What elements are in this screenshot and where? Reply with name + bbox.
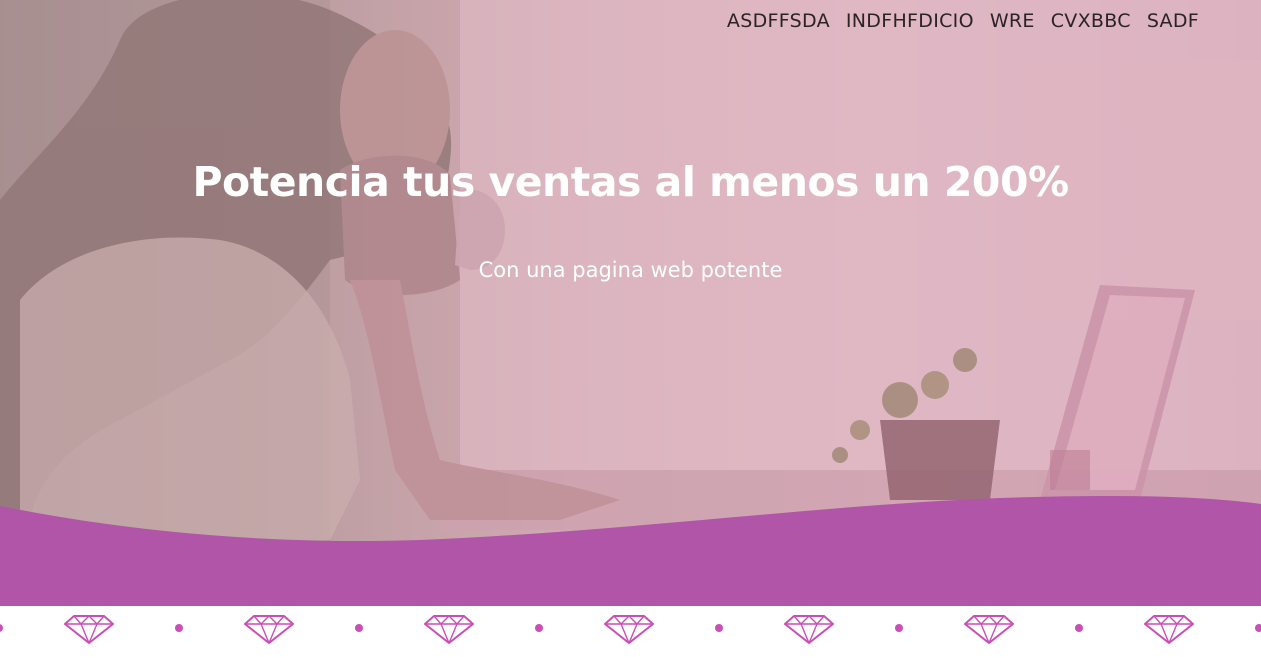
nav-item-cvxbbc[interactable]: CVXBBC (1051, 10, 1131, 32)
diamond-icon (64, 615, 114, 644)
nav-item-indfhfdicio[interactable]: INDFHFDICIO (846, 10, 974, 32)
diamond-icon (1144, 615, 1194, 644)
dot-icon (0, 624, 3, 632)
diamond-icon (244, 615, 294, 644)
diamond-icon (964, 615, 1014, 644)
diamond-pattern (0, 615, 1261, 644)
hero-section: ASDFFSDA INDFHFDICIO WRE CVXBBC SADF Pot… (0, 0, 1261, 606)
landing-page: ASDFFSDA INDFHFDICIO WRE CVXBBC SADF Pot… (0, 0, 1261, 657)
diamond-icon (604, 615, 654, 644)
diamond-icon (424, 615, 474, 644)
hero-background-photo (0, 0, 1261, 606)
dot-icon (1075, 624, 1083, 632)
dot-icon (355, 624, 363, 632)
diamond-divider (0, 606, 1261, 657)
dot-icon (1255, 624, 1261, 632)
nav-item-sadf[interactable]: SADF (1147, 10, 1199, 32)
dot-icon (535, 624, 543, 632)
hero-subheadline: Con una pagina web potente (478, 258, 783, 282)
dot-icon (895, 624, 903, 632)
nav-item-asdffsda[interactable]: ASDFFSDA (727, 10, 830, 32)
nav-item-wre[interactable]: WRE (990, 10, 1035, 32)
hero-headline: Potencia tus ventas al menos un 200% (192, 158, 1069, 206)
dot-icon (715, 624, 723, 632)
diamond-icon (784, 615, 834, 644)
main-nav: ASDFFSDA INDFHFDICIO WRE CVXBBC SADF (727, 10, 1199, 32)
dot-icon (175, 624, 183, 632)
